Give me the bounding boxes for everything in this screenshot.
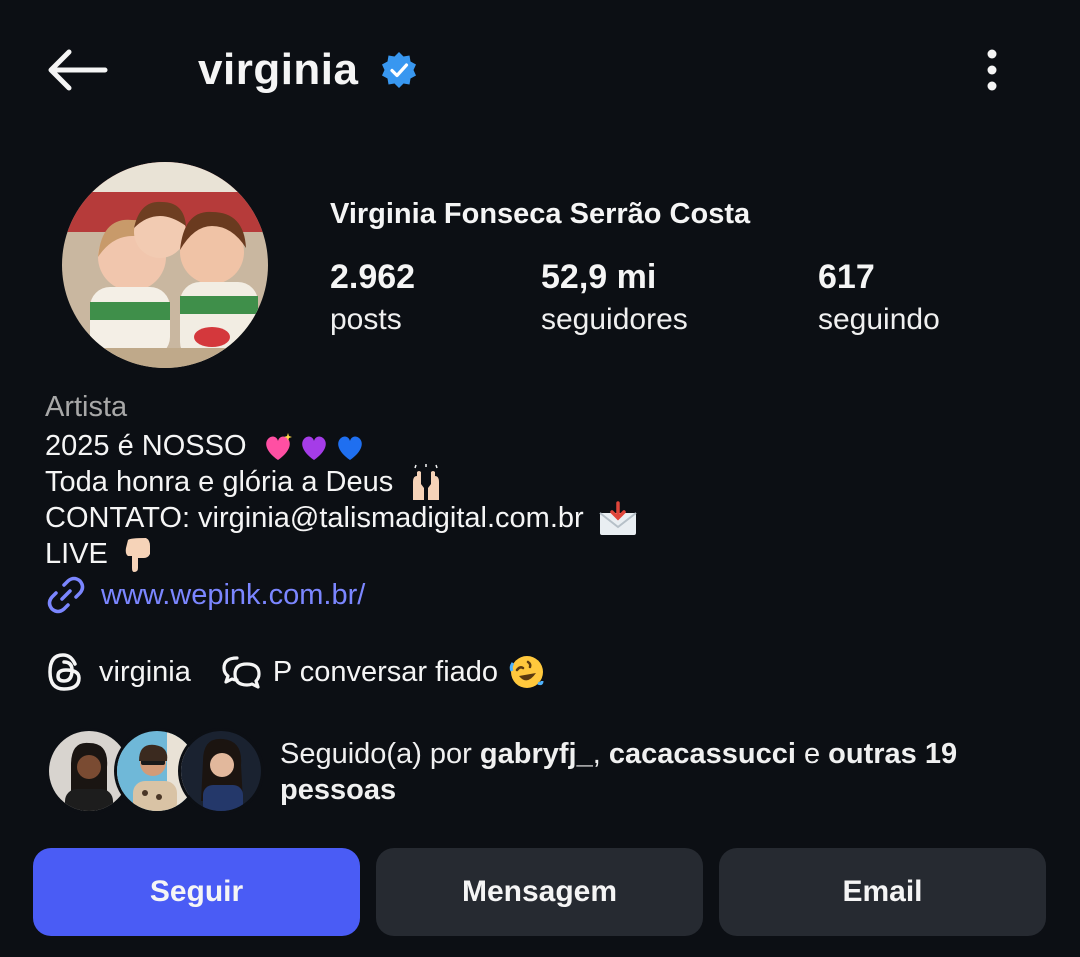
followed-by-text[interactable]: Seguido(a) por gabryfj_, cacacassucci e …	[280, 736, 1040, 808]
avatar	[178, 728, 264, 814]
bio-line: Toda honra e glória a Deus	[45, 464, 445, 502]
bio-line-text: 2025 é NOSSO	[45, 430, 247, 462]
mutual-user-2: cacacassucci	[608, 738, 796, 770]
arrow-left-icon	[48, 49, 108, 91]
profile-photo	[62, 162, 268, 368]
mutual-user-1: gabryfj_	[479, 738, 593, 770]
threads-handle[interactable]: virginia	[99, 656, 191, 689]
link-text[interactable]: www.wepink.com.br/	[101, 579, 365, 612]
follow-button[interactable]: Seguir	[33, 848, 360, 936]
following-label: seguindo	[818, 303, 940, 336]
mutual-followers-avatars[interactable]	[46, 728, 264, 814]
bio-line: LIVE	[45, 536, 154, 574]
bio-line: CONTATO: virginia@talismadigital.com.br	[45, 500, 638, 537]
posts-label: posts	[330, 303, 402, 336]
following-stat[interactable]: 617 seguindo	[818, 256, 940, 342]
pointing-down-icon	[125, 538, 150, 573]
bio-line-text: Toda honra e glória a Deus	[45, 466, 394, 498]
external-link[interactable]: www.wepink.com.br/	[45, 572, 365, 618]
followers-label: seguidores	[541, 303, 688, 336]
following-count: 617	[818, 258, 875, 296]
link-icon	[47, 576, 85, 614]
bio-line-text: CONTATO: virginia@talismadigital.com.br	[45, 502, 584, 534]
purple-heart-icon	[301, 436, 326, 461]
raising-hands-icon	[413, 464, 440, 501]
back-button[interactable]	[40, 40, 114, 100]
more-options-button[interactable]	[968, 40, 1016, 100]
chat-bubbles-icon[interactable]	[219, 652, 263, 692]
more-vertical-icon	[987, 49, 997, 91]
posts-stat[interactable]: 2.962 posts	[330, 256, 415, 342]
blue-heart-icon	[337, 436, 362, 461]
profile-username: virginia	[198, 45, 359, 94]
posts-count: 2.962	[330, 258, 416, 296]
rolling-on-floor-laughing-icon	[509, 656, 544, 688]
followed-by-joiner: e	[795, 738, 829, 770]
incoming-envelope-icon	[599, 501, 637, 536]
threads-row: virginia P conversar fiado	[45, 648, 546, 696]
bio-line: 2025 é NOSSO	[45, 428, 367, 464]
chat-label[interactable]: P conversar fiado	[273, 656, 498, 689]
threads-icon[interactable]	[45, 651, 85, 693]
followers-count: 52,9 mi	[541, 258, 657, 296]
followers-stat[interactable]: 52,9 mi seguidores	[541, 256, 688, 342]
profile-avatar[interactable]	[62, 162, 268, 368]
message-button[interactable]: Mensagem	[376, 848, 703, 936]
verified-badge-icon	[382, 52, 416, 88]
email-button[interactable]: Email	[719, 848, 1046, 936]
full-name: Virginia Fonseca Serrão Costa	[330, 198, 751, 230]
profile-category: Artista	[45, 391, 128, 423]
bio-line-text: LIVE	[45, 538, 108, 570]
followed-by-separator: ,	[592, 738, 609, 770]
followed-by-prefix: Seguido(a) por	[280, 738, 480, 770]
sparkling-heart-icon	[265, 433, 292, 461]
